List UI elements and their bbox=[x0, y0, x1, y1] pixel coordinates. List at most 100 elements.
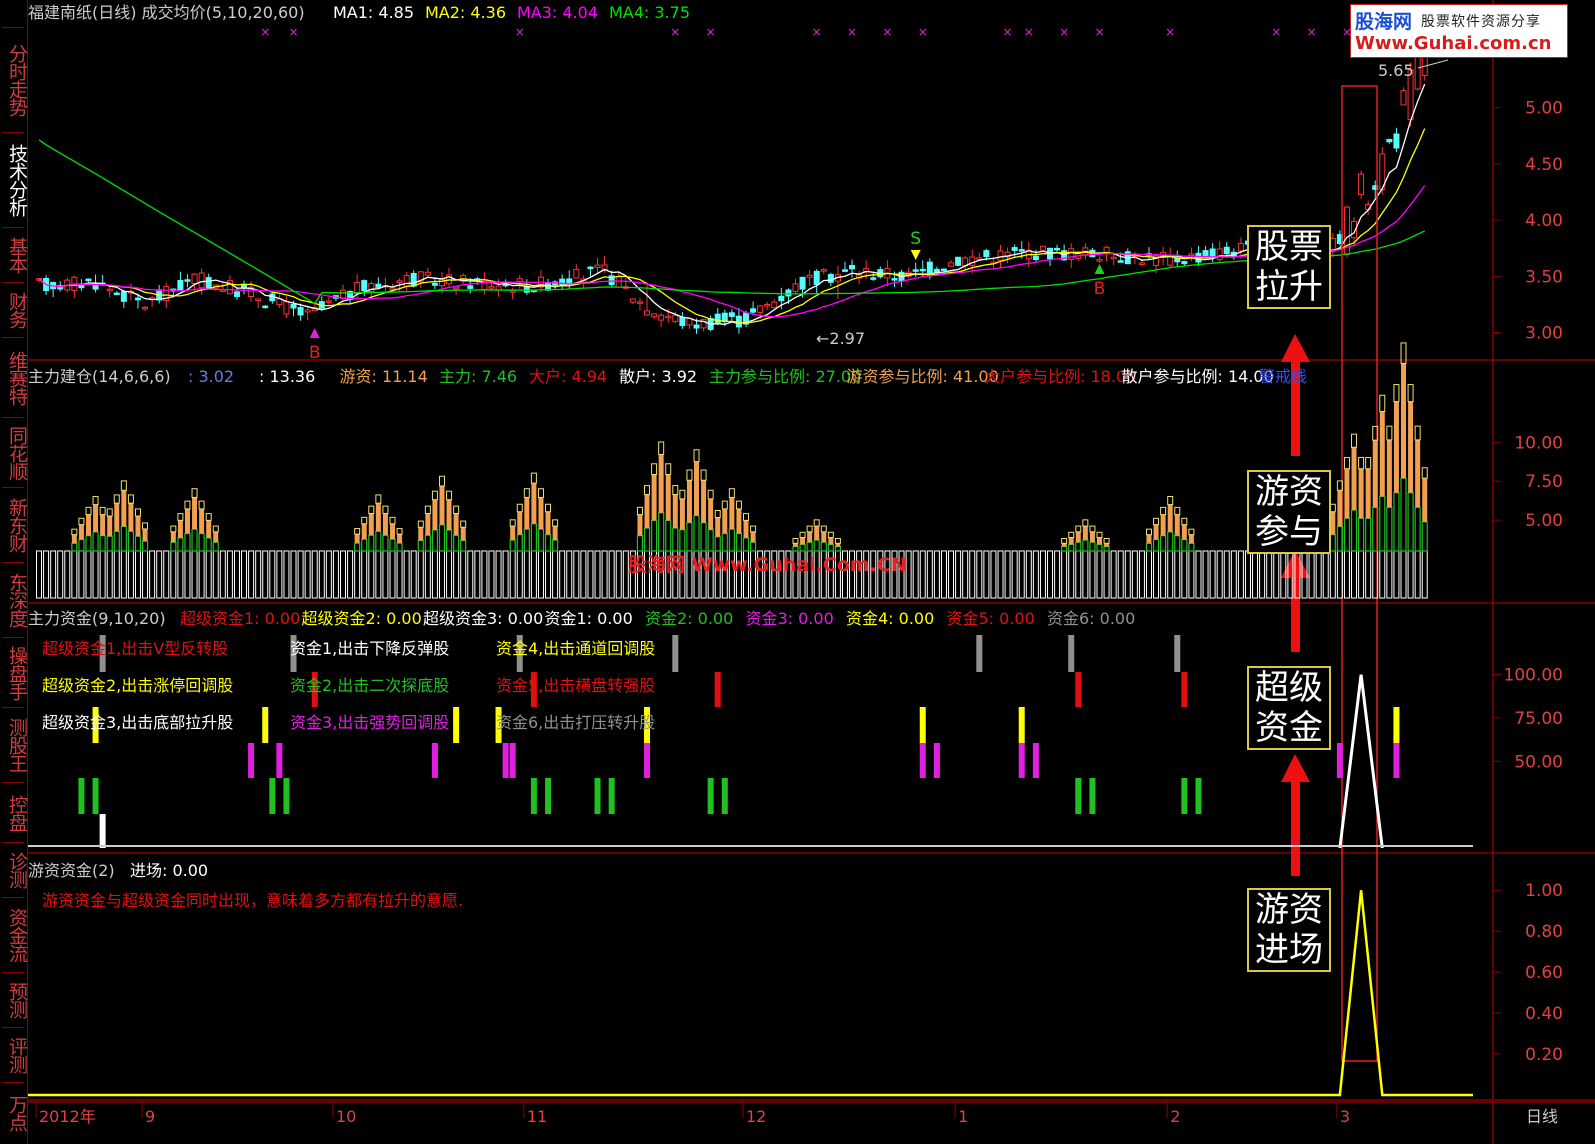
legend-1: 资金1,出击下降反弹股 bbox=[290, 639, 449, 658]
accum-bar-6 bbox=[78, 517, 85, 599]
accum-bar-10 bbox=[106, 508, 113, 599]
accum-yellow-149 bbox=[1089, 525, 1096, 533]
candle-154 bbox=[1124, 248, 1131, 265]
accum-yellow-97 bbox=[721, 500, 728, 510]
accum-base-bar-181 bbox=[1315, 550, 1322, 599]
top-signal-marker-7: × bbox=[882, 25, 892, 39]
accum-base-bar-196 bbox=[1421, 550, 1428, 599]
candle-body-163 bbox=[1188, 253, 1195, 256]
accum-base-bar-38 bbox=[304, 550, 311, 599]
accum-base-bar-154 bbox=[1124, 550, 1131, 599]
accum-orange-13 bbox=[128, 503, 134, 532]
candle-body-7 bbox=[85, 278, 92, 282]
accum-orange-22 bbox=[192, 497, 198, 530]
accum-yellow-24 bbox=[205, 513, 212, 521]
accum-yellow-93 bbox=[693, 449, 700, 463]
sidebar-item-8[interactable]: 操盘手 bbox=[0, 640, 28, 705]
accum-bar-58 bbox=[445, 490, 453, 599]
candle-144 bbox=[1054, 244, 1061, 253]
accum-orange-113 bbox=[835, 543, 841, 547]
candle-73 bbox=[552, 280, 559, 289]
accum-yellow-57 bbox=[438, 475, 445, 487]
accum-bar-137 bbox=[1004, 550, 1011, 599]
accum-orange-57 bbox=[439, 485, 445, 525]
signal-3-bar-0 bbox=[248, 743, 255, 778]
accum-yellow-9 bbox=[99, 506, 106, 516]
sidebar-item-1[interactable]: 技术分析 bbox=[0, 135, 28, 225]
candle-body-114 bbox=[841, 269, 848, 272]
accum-base-bar-79 bbox=[594, 550, 601, 599]
sidebar-item-10[interactable]: 控盘 bbox=[0, 785, 28, 840]
accum-green-46 bbox=[361, 538, 368, 552]
accum-bar-168 bbox=[1223, 550, 1230, 599]
accum-green-19 bbox=[170, 541, 177, 552]
panel2-item-1: : 13.36 bbox=[259, 367, 315, 386]
sidebar-item-2[interactable]: 基本 bbox=[0, 230, 28, 280]
candle-body-121 bbox=[891, 278, 898, 281]
accum-base-bar-139 bbox=[1018, 550, 1025, 599]
candle-body-111 bbox=[820, 269, 827, 272]
accum-base-bar-129 bbox=[948, 550, 955, 599]
accum-bar-19 bbox=[170, 525, 177, 599]
accum-bar-181 bbox=[1315, 550, 1322, 599]
accum-base-bar-138 bbox=[1011, 550, 1018, 599]
accum-base-bar-55 bbox=[424, 550, 431, 599]
sidebar-item-14[interactable]: 评测 bbox=[0, 1030, 28, 1080]
buy-marker-1-arrow bbox=[309, 328, 320, 338]
top-signal-marker-10: × bbox=[1024, 25, 1034, 39]
sidebar-item-12[interactable]: 资金流 bbox=[0, 900, 28, 970]
legend-4: 资金2,出击二次探底股 bbox=[290, 676, 449, 695]
accum-bar-43 bbox=[340, 550, 347, 599]
sidebar-item-6[interactable]: 新东财 bbox=[0, 490, 28, 560]
candle-92 bbox=[686, 318, 693, 329]
candle-87 bbox=[651, 313, 658, 320]
accum-base-bar-146 bbox=[1068, 550, 1075, 599]
accum-base-bar-150 bbox=[1096, 550, 1103, 599]
sidebar-item-3[interactable]: 财务 bbox=[0, 285, 28, 335]
candle-31 bbox=[255, 298, 262, 308]
sidebar-item-13[interactable]: 预测 bbox=[0, 975, 28, 1025]
panel2-item-3: 主力: 7.46 bbox=[439, 367, 517, 386]
sidebar-item-11[interactable]: 诊测 bbox=[0, 845, 28, 895]
accum-yellow-46 bbox=[361, 516, 368, 525]
accum-bar-0 bbox=[36, 550, 42, 599]
accum-green-145 bbox=[1061, 546, 1068, 552]
accum-orange-47 bbox=[368, 513, 374, 536]
accum-base-bar-194 bbox=[1407, 550, 1414, 599]
hot-money-axis-tick-label-1: 0.40 bbox=[1525, 1004, 1563, 1024]
sidebar-item-15[interactable]: 万点 bbox=[0, 1085, 28, 1140]
candle-12 bbox=[120, 289, 127, 308]
panel3-item-0: 超级资金1: 0.00 bbox=[180, 609, 300, 628]
sidebar-item-7[interactable]: 东深度 bbox=[0, 565, 28, 635]
accum-orange-50 bbox=[390, 523, 395, 540]
accum-base-bar-161 bbox=[1174, 550, 1181, 599]
candle-99 bbox=[735, 307, 742, 334]
accum-green-71 bbox=[537, 528, 545, 552]
signal-4-bar-7 bbox=[608, 778, 615, 814]
accum-orange-86 bbox=[644, 494, 650, 529]
accum-base-bar-134 bbox=[983, 550, 990, 599]
sidebar-item-5[interactable]: 同花顺 bbox=[0, 420, 28, 485]
accum-bar-9 bbox=[99, 506, 106, 599]
accum-green-5 bbox=[71, 542, 78, 552]
accum-base-bar-185 bbox=[1343, 550, 1350, 599]
accum-base-bar-148 bbox=[1082, 550, 1089, 599]
accum-base-bar-1 bbox=[43, 550, 50, 599]
accum-bar-169 bbox=[1230, 550, 1237, 599]
accum-bar-185 bbox=[1343, 457, 1351, 599]
accum-bar-21 bbox=[184, 500, 191, 599]
sidebar-item-9[interactable]: 测股王 bbox=[0, 710, 28, 780]
accum-bar-135 bbox=[990, 550, 997, 599]
candle-body-24 bbox=[205, 277, 212, 290]
accum-base-bar-22 bbox=[191, 550, 198, 599]
accum-bar-16 bbox=[149, 550, 156, 599]
sidebar-item-0[interactable]: 分时走势 bbox=[0, 30, 28, 130]
signal-4-bar-4 bbox=[530, 778, 537, 814]
accum-bar-188 bbox=[1365, 457, 1372, 599]
legend-8: 资金6,出击打压转升股 bbox=[496, 713, 655, 732]
sidebar-item-4[interactable]: 维赛特 bbox=[0, 340, 28, 415]
candle-109 bbox=[806, 269, 813, 286]
accum-orange-58 bbox=[446, 499, 452, 531]
accum-bar-167 bbox=[1216, 550, 1223, 599]
accum-bar-38 bbox=[304, 550, 311, 599]
